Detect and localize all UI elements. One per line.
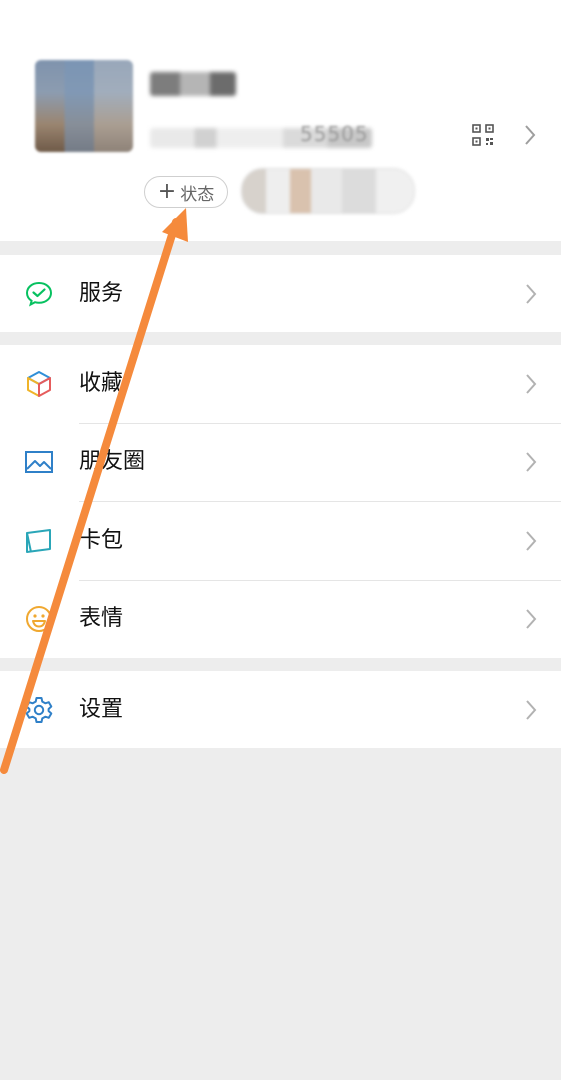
profile-header[interactable]: 55505 + 状态 — [0, 0, 561, 241]
chevron-right-icon — [526, 452, 537, 472]
friends-status-avatars-blurred[interactable] — [241, 168, 415, 214]
wechat-pay-icon — [25, 281, 53, 307]
avatar[interactable] — [35, 60, 133, 152]
services-section: 服务 — [0, 255, 561, 332]
smiley-icon — [26, 606, 52, 632]
menu-label-stickers: 表情 — [79, 606, 124, 631]
menu-item-settings[interactable]: 设置 — [0, 671, 561, 749]
menu-label-cards: 卡包 — [79, 528, 124, 553]
nickname-blurred — [150, 72, 236, 96]
cube-icon — [27, 371, 51, 397]
plus-icon: + — [157, 179, 177, 204]
chevron-right-icon[interactable] — [524, 124, 536, 146]
menu-label-favorites: 收藏 — [79, 371, 124, 396]
menu-label-settings: 设置 — [79, 697, 124, 722]
menu-item-moments[interactable]: 朋友圈 — [0, 423, 561, 501]
chevron-right-icon — [526, 700, 537, 720]
menu-item-cards[interactable]: 卡包 — [0, 502, 561, 580]
card-icon — [26, 529, 51, 553]
chevron-right-icon — [526, 531, 537, 551]
add-status-button[interactable]: + 状态 — [144, 176, 228, 208]
image-icon — [25, 451, 53, 473]
wechat-id-fragment: 55505 — [300, 122, 369, 146]
status-button-label: 状态 — [180, 184, 215, 205]
features-section: 收藏 朋友圈 卡包 表情 — [0, 345, 561, 658]
menu-label-services: 服务 — [79, 281, 124, 306]
chevron-right-icon — [526, 284, 537, 304]
qr-code-icon[interactable] — [472, 124, 494, 146]
menu-item-services[interactable]: 服务 — [0, 255, 561, 333]
menu-item-favorites[interactable]: 收藏 — [0, 345, 561, 423]
gear-icon — [25, 697, 53, 723]
chevron-right-icon — [526, 609, 537, 629]
menu-item-stickers[interactable]: 表情 — [0, 580, 561, 658]
menu-label-moments: 朋友圈 — [79, 449, 146, 474]
chevron-right-icon — [526, 374, 537, 394]
settings-section: 设置 — [0, 671, 561, 748]
